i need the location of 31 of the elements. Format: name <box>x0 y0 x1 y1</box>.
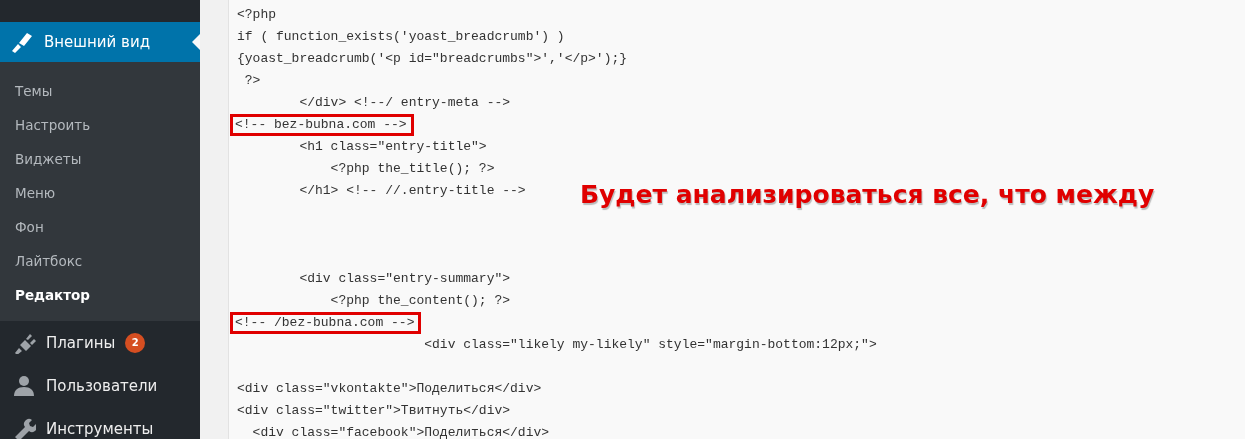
code-line: <?php the_title(); ?> <box>329 161 495 177</box>
menu-item[interactable]: Плагины <box>46 333 116 352</box>
code-line: <div class="facebook">Поделиться</div> <box>251 425 550 439</box>
menu-item[interactable]: Инструменты <box>46 419 154 438</box>
code-line: <?php <box>237 7 276 23</box>
submenu-item[interactable]: Виджеты <box>0 142 200 176</box>
menu-item[interactable]: Пользователи <box>46 376 158 395</box>
code-line: <div class="likely my-likely" style="margin-bottom:12px;"> <box>423 337 877 353</box>
submenu-item[interactable]: Меню <box>0 176 200 210</box>
submenu-item[interactable]: Лайтбокс <box>0 244 200 278</box>
paintbrush-icon <box>10 31 34 53</box>
submenu-item[interactable]: Настроить <box>0 108 200 142</box>
menu-label: Внешний вид <box>44 33 151 51</box>
code-line: <div class="entry-summary"> <box>298 271 511 287</box>
submenu-item[interactable]: Фон <box>0 210 200 244</box>
code-line: </h1> <!-- //.entry-title --> <box>298 183 526 199</box>
code-line: <div class="twitter">Твитнуть</div> <box>237 403 511 419</box>
submenu-item[interactable]: Темы <box>0 74 200 108</box>
code-line: <div class="vkontakte">Поделиться</div> <box>237 381 542 397</box>
code-line: {yoast_breadcrumb('<p id="breadcrumbs">','</p>');} <box>237 51 628 67</box>
menu-item[interactable]: Внешний вид <box>0 22 200 62</box>
code-line: ?> <box>243 73 261 89</box>
code-line: <h1 class="entry-title"> <box>298 139 487 155</box>
plug-icon <box>12 331 36 354</box>
user-icon <box>12 374 36 397</box>
count-badge: 2 <box>125 332 146 353</box>
code-line: if ( function_exists('yoast_breadcrumb') ) <box>237 29 565 45</box>
annotation-text: Будет анализироваться все, что между <box>580 180 1155 209</box>
code-line: </div> <!--/ entry-meta --> <box>298 95 511 111</box>
code-line: <?php the_content(); ?> <box>329 293 511 309</box>
submenu-item[interactable]: Редактор <box>0 278 200 312</box>
